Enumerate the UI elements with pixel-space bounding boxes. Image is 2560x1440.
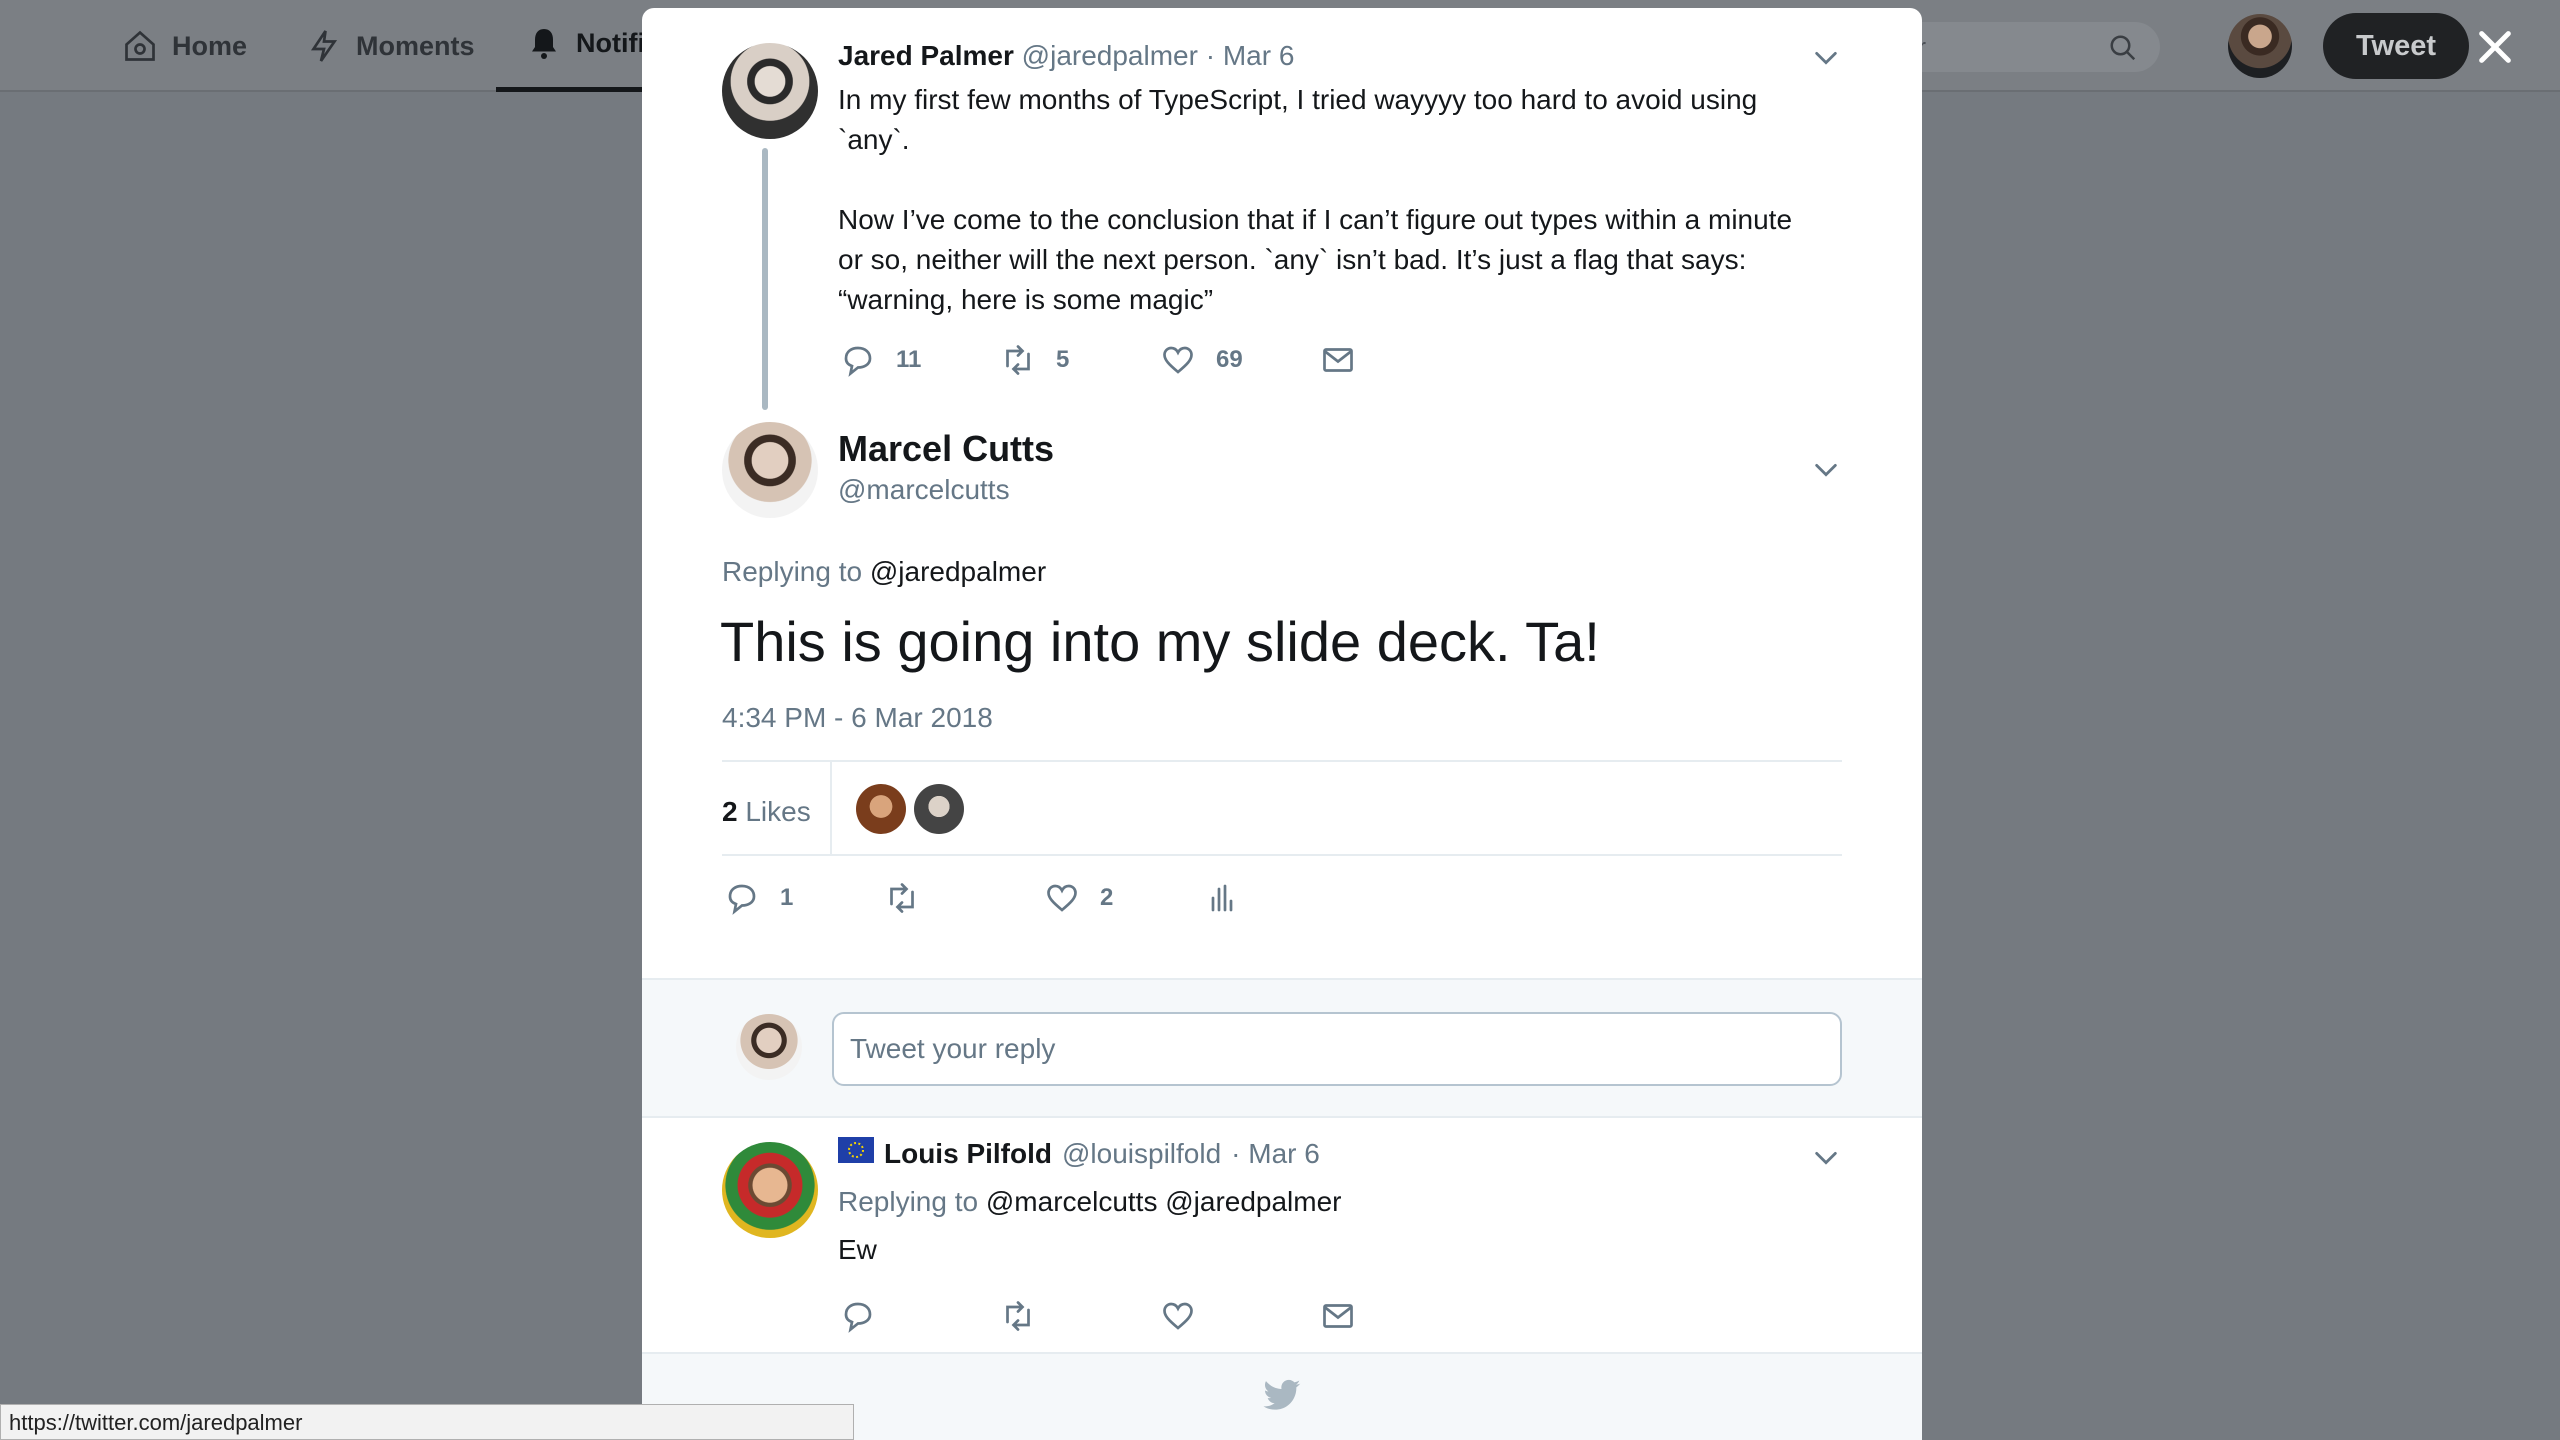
main-like-button[interactable]: 2 <box>1044 880 1113 916</box>
nav-moments-label: Moments <box>356 30 475 61</box>
close-modal-button[interactable] <box>2470 22 2520 72</box>
heart-icon <box>1163 1302 1193 1330</box>
home-icon <box>125 30 155 61</box>
parent-author-handle[interactable]: @jaredpalmer <box>1022 40 1198 71</box>
main-retweet-button[interactable] <box>884 880 920 916</box>
main-author-handle[interactable]: @marcelcutts <box>838 474 1010 506</box>
main-reply-button[interactable]: 1 <box>724 880 793 916</box>
divider <box>722 760 1842 762</box>
parent-dm-button[interactable] <box>1320 342 1356 378</box>
reply-compose-bar <box>642 978 1922 1118</box>
parent-text-line <box>838 160 1792 200</box>
parent-tweet-text: In my first few months of TypeScript, I … <box>838 80 1792 320</box>
avatar-marcel-cutts[interactable] <box>722 422 818 518</box>
status-bar-url: https://twitter.com/jaredpalmer <box>0 1404 854 1440</box>
parent-retweet-count: 5 <box>1056 346 1070 373</box>
eu-flag-icon <box>838 1137 874 1163</box>
likes-label: Likes <box>745 796 811 827</box>
retweet-icon <box>1006 345 1030 375</box>
reply-replying-to: Replying to @marcelcutts @jaredpalmer <box>838 1186 1342 1218</box>
nav-home[interactable]: Home <box>122 0 247 92</box>
reply-reply-button[interactable] <box>840 1298 876 1334</box>
chevron-down-icon[interactable] <box>1812 456 1840 484</box>
reply-dm-button[interactable] <box>1320 1298 1356 1334</box>
nav-home-label: Home <box>172 30 248 61</box>
reply-like-button[interactable] <box>1160 1298 1196 1334</box>
avatar-louis-pilfold[interactable] <box>722 1142 818 1238</box>
heart-icon <box>1163 346 1193 374</box>
nav-notifications-label: Notifi <box>576 28 645 58</box>
thread-connector <box>762 148 768 410</box>
main-tweet-text: This is going into my slide deck. Ta! <box>720 610 1600 673</box>
reply-composer-avatar <box>736 1014 802 1080</box>
main-like-count: 2 <box>1100 884 1114 911</box>
lightning-icon <box>310 30 338 62</box>
parent-text-line: `any`. <box>838 124 910 155</box>
chevron-down-icon[interactable] <box>1812 1144 1840 1172</box>
parent-author-name[interactable]: Jared Palmer <box>838 40 1014 71</box>
bell-icon <box>532 28 556 59</box>
avatar-jared-palmer[interactable] <box>722 43 818 139</box>
liker-avatar[interactable] <box>856 784 906 834</box>
compose-tweet-button[interactable]: Tweet <box>2323 13 2469 79</box>
close-icon <box>2479 31 2511 63</box>
parent-text-line: Now I’ve come to the conclusion that if … <box>838 204 1793 235</box>
likes-count: 2 <box>722 796 738 827</box>
reply-retweet-button[interactable] <box>1000 1298 1036 1334</box>
mail-icon <box>1323 348 1353 372</box>
parent-like-count: 69 <box>1216 346 1243 373</box>
mail-icon <box>1323 1304 1353 1328</box>
parent-tweet-date[interactable]: · Mar 6 <box>1206 40 1295 71</box>
likes-summary[interactable]: 2 Likes <box>722 796 811 828</box>
liker-avatar[interactable] <box>914 784 964 834</box>
reply-author-name[interactable]: Louis Pilfold <box>884 1138 1052 1170</box>
replying-to-link[interactable]: @jaredpalmer <box>870 556 1046 587</box>
retweet-icon <box>1006 1301 1030 1331</box>
main-replying-to: Replying to @jaredpalmer <box>722 556 1046 588</box>
search-icon[interactable] <box>2108 33 2138 63</box>
reply-icon <box>844 346 872 377</box>
replying-to-links[interactable]: @marcelcutts @jaredpalmer <box>986 1186 1342 1217</box>
parent-tweet-header: Jared Palmer @jaredpalmer · Mar 6 <box>838 40 1294 72</box>
analytics-icon <box>1211 884 1233 912</box>
reply-tweet-header: Louis Pilfold @louispilfold · Mar 6 <box>838 1137 1320 1170</box>
parent-reply-count: 11 <box>896 346 922 373</box>
parent-reply-button[interactable]: 11 <box>840 342 921 378</box>
parent-text-line: In my first few months of TypeScript, I … <box>838 84 1758 115</box>
reply-icon <box>728 884 756 915</box>
tweet-analytics-button[interactable] <box>1204 880 1240 916</box>
reply-icon <box>844 1302 872 1333</box>
heart-icon <box>1047 884 1077 912</box>
parent-text-line: or so, neither will the next person. `an… <box>838 244 1747 275</box>
parent-retweet-button[interactable]: 5 <box>1000 342 1069 378</box>
divider <box>830 762 832 854</box>
tweet-detail-modal: Jared Palmer @jaredpalmer · Mar 6 In my … <box>642 8 1922 1440</box>
reply-tweet-text: Ew <box>838 1234 877 1265</box>
replying-prefix: Replying to <box>838 1186 979 1217</box>
reply-tweet-date[interactable]: · Mar 6 <box>1231 1138 1320 1170</box>
retweet-icon <box>890 883 914 913</box>
main-tweet-timestamp[interactable]: 4:34 PM - 6 Mar 2018 <box>722 702 993 734</box>
eu-stars-icon <box>848 1142 864 1158</box>
reply-author-handle[interactable]: @louispilfold <box>1062 1138 1221 1170</box>
replying-prefix: Replying to <box>722 556 863 587</box>
parent-like-button[interactable]: 69 <box>1160 342 1243 378</box>
nav-moments[interactable]: Moments <box>306 0 475 92</box>
main-author-name[interactable]: Marcel Cutts <box>838 428 1054 470</box>
twitter-bird-icon <box>1263 1379 1301 1410</box>
profile-avatar[interactable] <box>2228 14 2292 78</box>
chevron-down-icon[interactable] <box>1812 44 1840 72</box>
main-reply-count: 1 <box>780 884 794 911</box>
parent-text-line: “warning, here is some magic” <box>838 284 1214 315</box>
reply-input[interactable] <box>832 1012 1842 1086</box>
divider <box>722 854 1842 856</box>
